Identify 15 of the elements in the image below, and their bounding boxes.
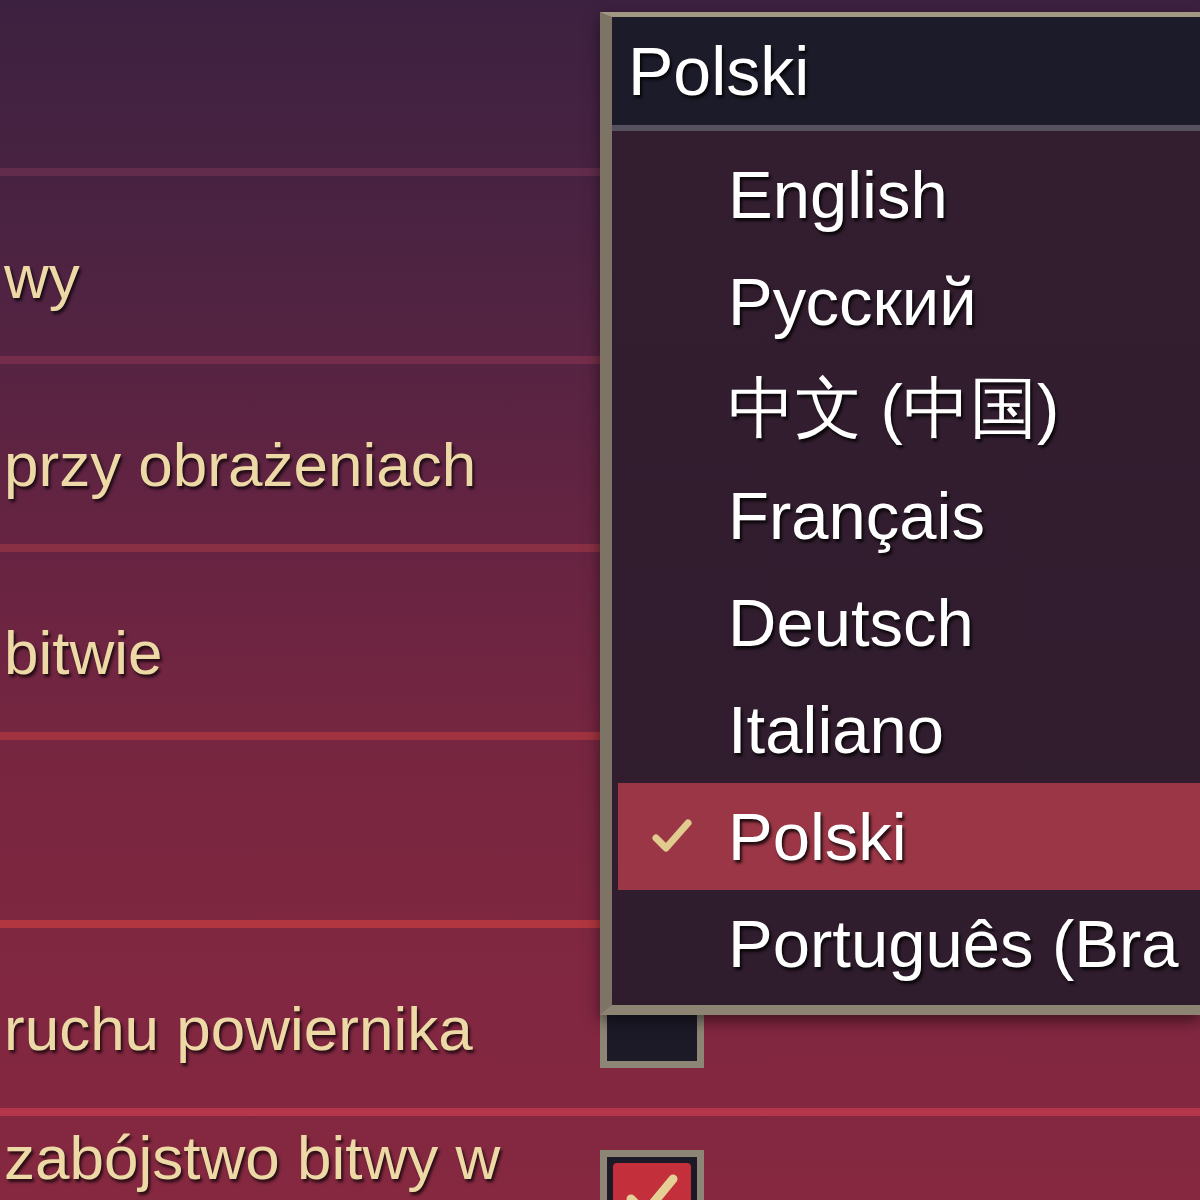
setting-label: wy <box>4 242 80 312</box>
setting-label: przy obrażeniach <box>4 430 477 500</box>
check-icon <box>652 819 692 853</box>
language-option[interactable]: Português (Bra <box>618 890 1200 997</box>
setting-label: bitwie <box>4 618 163 688</box>
language-option[interactable]: Français <box>618 462 1200 569</box>
language-option[interactable]: Polski <box>618 783 1200 890</box>
language-option[interactable]: 中文 (中国) <box>618 355 1200 462</box>
setting-label: zabójstwo bitwy w <box>4 1124 501 1193</box>
language-option[interactable]: English <box>618 141 1200 248</box>
language-select[interactable]: Polski <box>612 17 1200 131</box>
setting-label: ruchu powiernika <box>4 994 473 1064</box>
language-option[interactable]: Italiano <box>618 676 1200 783</box>
language-option[interactable]: Deutsch <box>618 569 1200 676</box>
language-option[interactable]: Русский <box>618 248 1200 355</box>
